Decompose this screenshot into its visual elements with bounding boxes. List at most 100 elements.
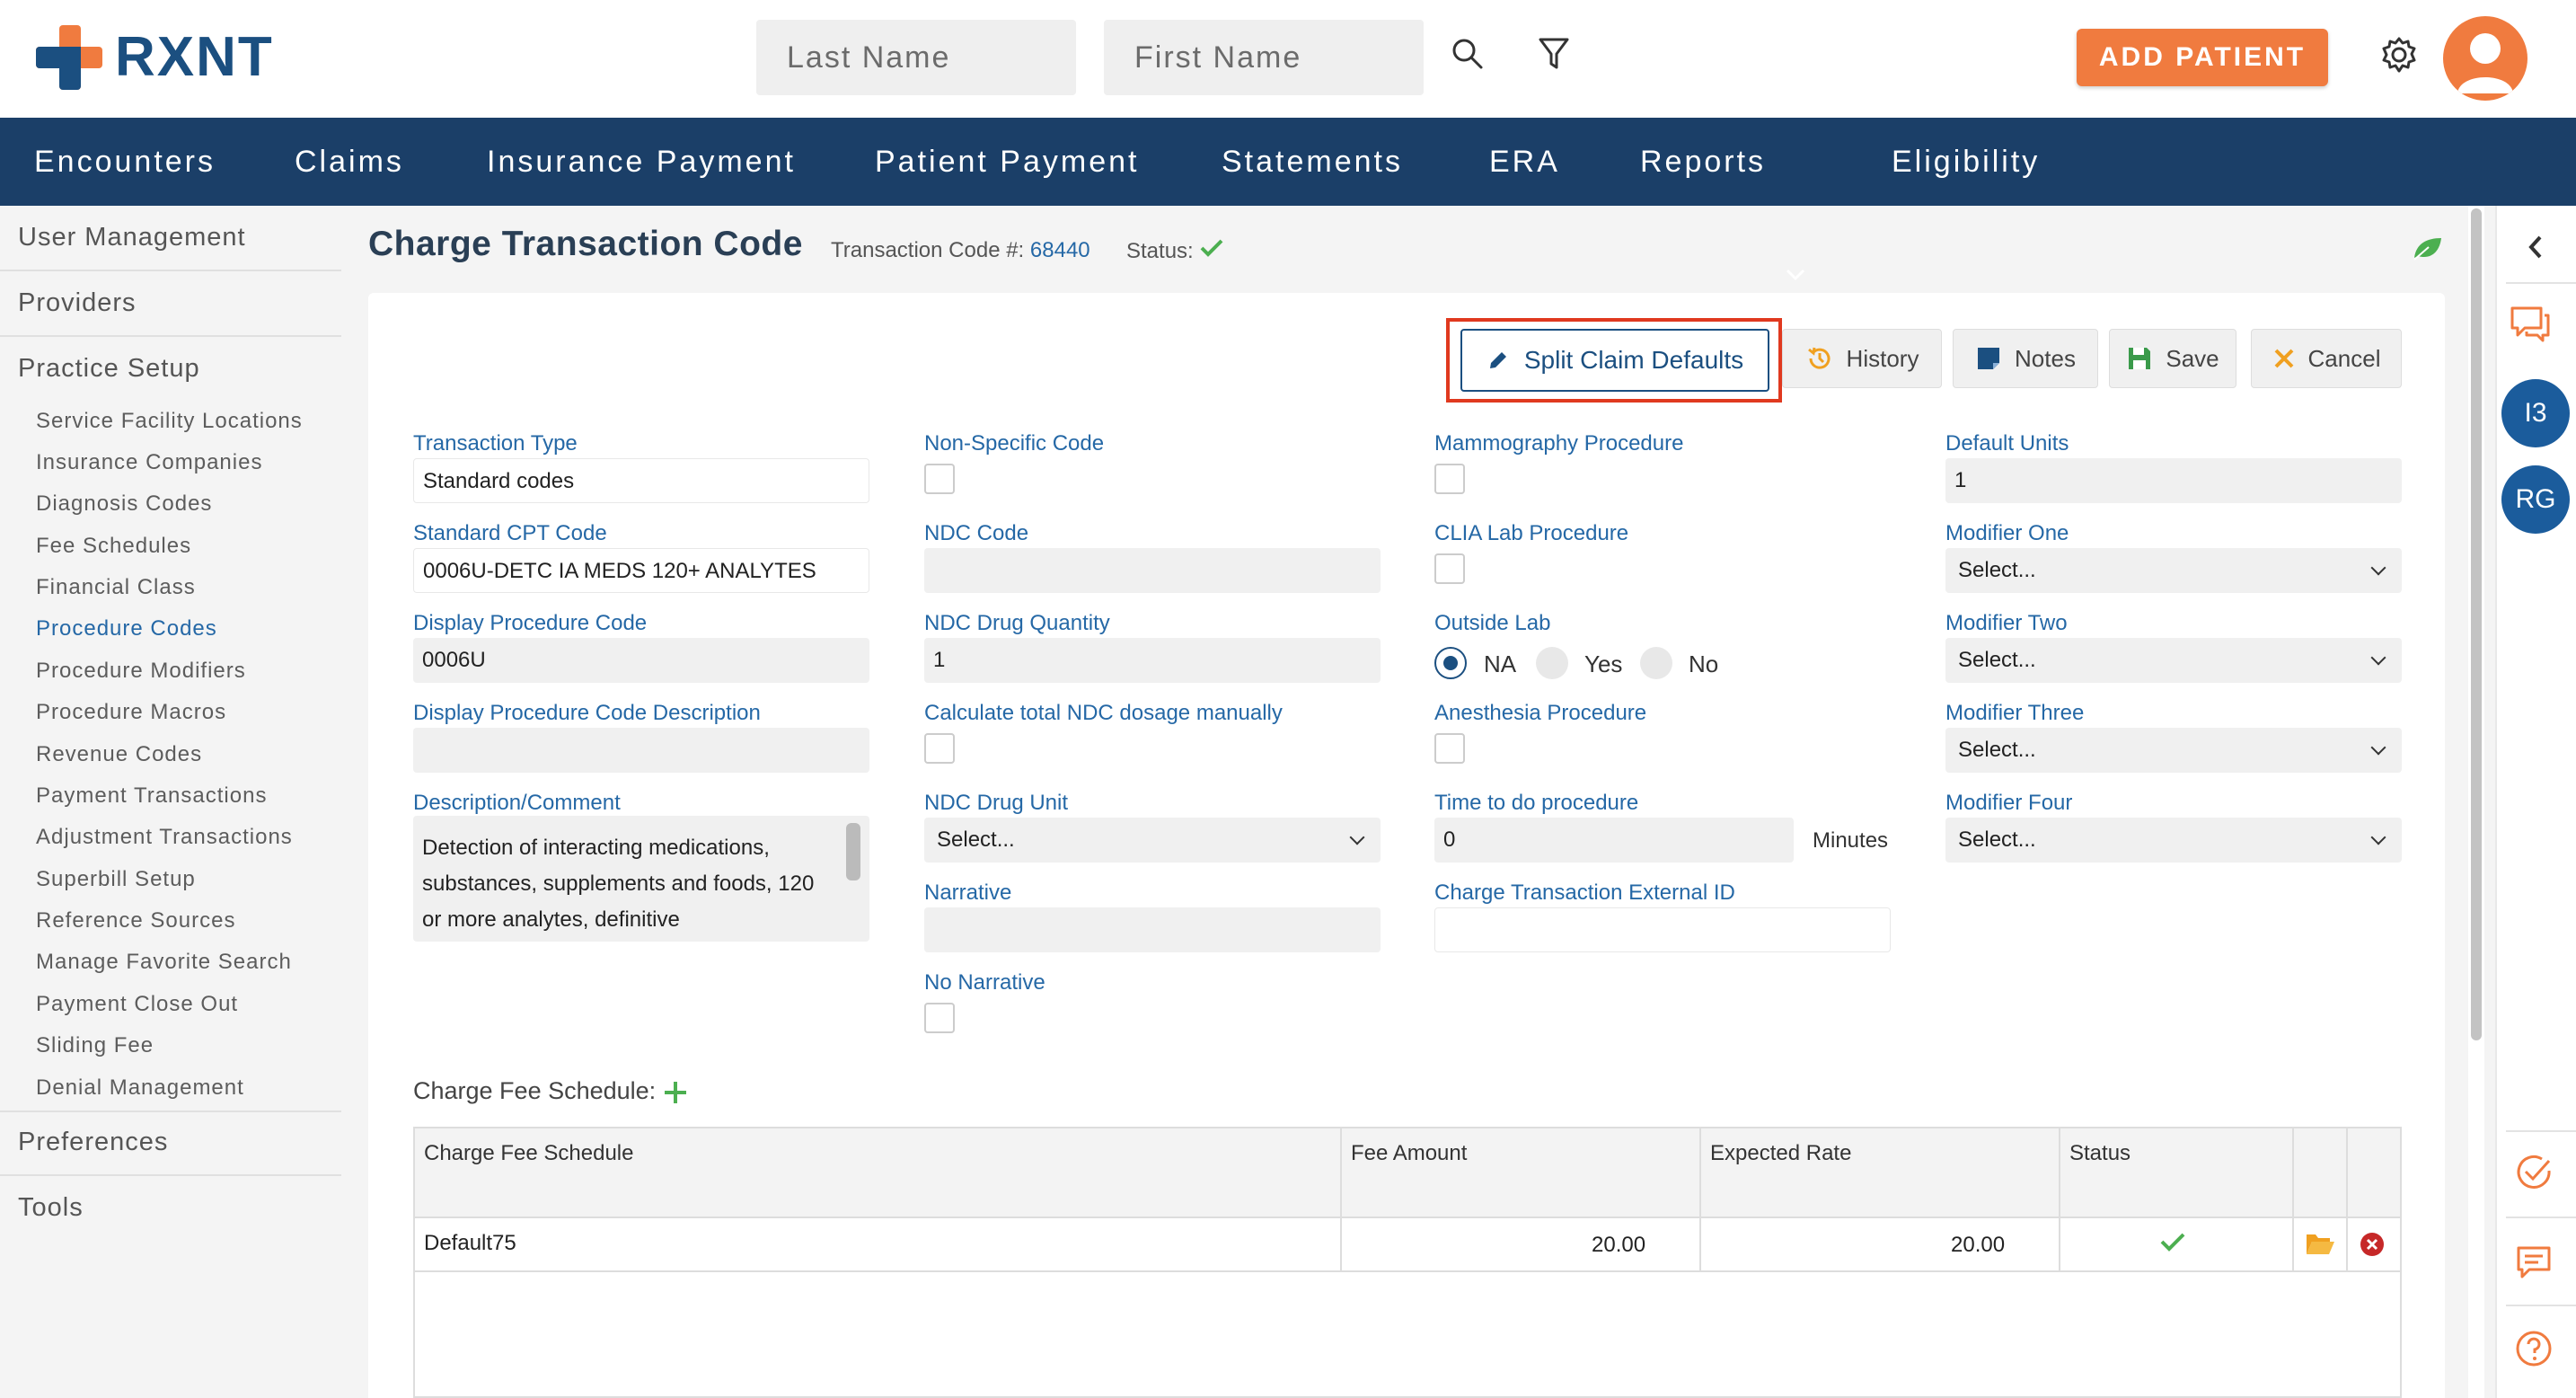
nav-patient-payment[interactable]: Patient Payment <box>875 118 1139 206</box>
ndc-code-field[interactable] <box>924 548 1381 593</box>
modifier-four-select[interactable]: Select... <box>1945 818 2402 863</box>
history-button[interactable]: History <box>1782 329 1942 388</box>
leaf-icon[interactable] <box>2411 234 2443 262</box>
clia-lab-procedure-checkbox[interactable] <box>1434 553 1465 584</box>
last-name-search-input[interactable] <box>756 20 1076 95</box>
sidebar-item-revenue-codes[interactable]: Revenue Codes <box>36 742 202 767</box>
cancel-label: Cancel <box>2307 344 2381 372</box>
mammography-procedure-checkbox[interactable] <box>1434 464 1465 494</box>
outside-lab-radio-yes[interactable] <box>1536 647 1568 679</box>
sidebar-item-reference-sources[interactable]: Reference Sources <box>36 908 235 933</box>
ndc-drug-quantity-field[interactable]: 1 <box>924 638 1381 683</box>
sidebar-item-superbill-setup[interactable]: Superbill Setup <box>36 867 196 892</box>
nav-claims[interactable]: Claims <box>295 118 404 206</box>
sidebar-user-management[interactable]: User Management <box>18 223 246 252</box>
standard-cpt-code-field[interactable]: 0006U-DETC IA MEDS 120+ ANALYTES <box>413 548 869 593</box>
collapse-chevron-left-icon[interactable] <box>2520 232 2551 262</box>
divider <box>2506 1130 2576 1132</box>
nav-insurance-payment[interactable]: Insurance Payment <box>487 118 796 206</box>
transaction-code-label: Transaction Code #: <box>831 238 1025 262</box>
transaction-code-value[interactable]: 68440 <box>1030 238 1090 262</box>
nav-reports[interactable]: Reports <box>1640 118 1766 206</box>
filter-icon[interactable] <box>1534 34 1574 74</box>
outside-lab-radio-no[interactable] <box>1640 647 1672 679</box>
default-units-label: Default Units <box>1945 431 2069 456</box>
chat-bubbles-icon[interactable] <box>2508 302 2553 347</box>
calc-ndc-checkbox[interactable] <box>924 733 955 764</box>
column-header-fee-amount[interactable]: Fee Amount <box>1351 1141 1467 1166</box>
row-status-check-icon <box>2159 1231 2186 1257</box>
modifier-three-select[interactable]: Select... <box>1945 728 2402 773</box>
outside-lab-radio-na[interactable] <box>1434 647 1467 679</box>
sidebar-item-manage-favorite-search[interactable]: Manage Favorite Search <box>36 950 292 975</box>
sidebar-item-procedure-modifiers[interactable]: Procedure Modifiers <box>36 659 246 684</box>
nav-encounters[interactable]: Encounters <box>34 118 216 206</box>
user-badge-rg[interactable]: RG <box>2501 465 2570 534</box>
cancel-button[interactable]: Cancel <box>2251 329 2402 388</box>
nav-era[interactable]: ERA <box>1489 118 1560 206</box>
sidebar-item-adjustment-transactions[interactable]: Adjustment Transactions <box>36 825 293 850</box>
column-header-charge-fee-schedule[interactable]: Charge Fee Schedule <box>424 1141 633 1166</box>
default-units-field[interactable]: 1 <box>1945 458 2402 503</box>
sidebar-item-financial-class[interactable]: Financial Class <box>36 575 196 600</box>
save-button[interactable]: Save <box>2109 329 2236 388</box>
time-to-do-procedure-field[interactable]: 0 <box>1434 818 1794 863</box>
notes-button[interactable]: Notes <box>1953 329 2098 388</box>
add-fee-schedule-plus-icon[interactable] <box>661 1078 690 1107</box>
textarea-scrollbar[interactable] <box>846 823 860 880</box>
user-badge-i3[interactable]: I3 <box>2501 379 2570 447</box>
open-folder-icon[interactable] <box>2305 1231 2335 1261</box>
rxnt-logo[interactable]: RXNT <box>36 25 274 90</box>
search-icon[interactable] <box>1448 34 1487 74</box>
sidebar-item-payment-close-out[interactable]: Payment Close Out <box>36 992 238 1017</box>
main-scrollbar-thumb[interactable] <box>2471 208 2482 1040</box>
fee-schedule-name-cell: Default75 <box>424 1231 516 1255</box>
first-name-search-input[interactable] <box>1104 20 1424 95</box>
nav-statements[interactable]: Statements <box>1222 118 1403 206</box>
add-patient-button[interactable]: ADD PATIENT <box>2077 29 2328 86</box>
sidebar-item-procedure-codes[interactable]: Procedure Codes <box>36 616 217 641</box>
message-icon[interactable] <box>2513 1242 2554 1283</box>
display-procedure-code-description-field[interactable] <box>413 728 869 773</box>
sidebar-item-sliding-fee[interactable]: Sliding Fee <box>36 1033 154 1058</box>
sidebar-providers[interactable]: Providers <box>18 288 137 318</box>
reports-chevron-down-icon[interactable] <box>1782 261 1809 288</box>
sidebar-item-procedure-macros[interactable]: Procedure Macros <box>36 700 226 725</box>
sidebar-item-diagnosis-codes[interactable]: Diagnosis Codes <box>36 491 212 517</box>
sidebar-item-insurance-companies[interactable]: Insurance Companies <box>36 450 262 475</box>
table-row[interactable]: Default75 20.00 20.00 <box>415 1218 2400 1272</box>
non-specific-code-checkbox[interactable] <box>924 464 955 494</box>
no-narrative-checkbox[interactable] <box>924 1003 955 1033</box>
ndc-drug-unit-select[interactable]: Select... <box>924 818 1381 863</box>
display-procedure-code-field[interactable]: 0006U <box>413 638 869 683</box>
sidebar-item-payment-transactions[interactable]: Payment Transactions <box>36 783 267 809</box>
column-header-status[interactable]: Status <box>2069 1141 2130 1166</box>
save-label: Save <box>2166 344 2219 372</box>
user-avatar[interactable] <box>2443 16 2527 101</box>
sidebar-item-service-facility-locations[interactable]: Service Facility Locations <box>36 409 303 434</box>
top-header: RXNT ADD PATIENT <box>0 0 2576 118</box>
modifier-one-select[interactable]: Select... <box>1945 548 2402 593</box>
task-check-icon[interactable] <box>2513 1152 2554 1193</box>
charge-transaction-external-id-field[interactable] <box>1434 907 1891 952</box>
anesthesia-procedure-checkbox[interactable] <box>1434 733 1465 764</box>
anesthesia-procedure-label: Anesthesia Procedure <box>1434 701 1647 725</box>
ndc-drug-unit-label: NDC Drug Unit <box>924 791 1069 815</box>
delete-row-icon[interactable] <box>2359 1231 2386 1262</box>
narrative-field[interactable] <box>924 907 1381 952</box>
description-comment-textarea[interactable]: Detection of interacting medications, su… <box>413 816 869 942</box>
nav-eligibility[interactable]: Eligibility <box>1892 118 2040 206</box>
sidebar-practice-setup[interactable]: Practice Setup <box>18 354 200 384</box>
modifier-two-select[interactable]: Select... <box>1945 638 2402 683</box>
sidebar-item-denial-management[interactable]: Denial Management <box>36 1075 244 1101</box>
split-claim-defaults-button[interactable]: Split Claim Defaults <box>1460 329 1769 392</box>
divider <box>0 1110 341 1112</box>
sidebar-preferences[interactable]: Preferences <box>18 1128 168 1157</box>
help-question-icon[interactable] <box>2513 1328 2554 1369</box>
column-header-expected-rate[interactable]: Expected Rate <box>1710 1141 1851 1166</box>
sidebar-item-fee-schedules[interactable]: Fee Schedules <box>36 534 191 559</box>
transaction-type-field[interactable]: Standard codes <box>413 458 869 503</box>
settings-gear-icon[interactable] <box>2378 34 2420 75</box>
sidebar-tools[interactable]: Tools <box>18 1193 84 1223</box>
split-claim-defaults-label: Split Claim Defaults <box>1523 346 1744 374</box>
